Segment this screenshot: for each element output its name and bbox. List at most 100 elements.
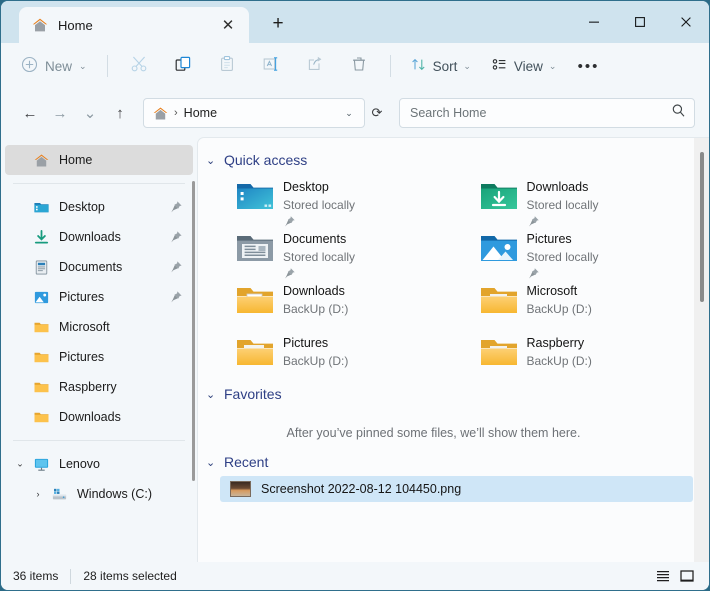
quick-access-item[interactable]: Microsoft BackUp (D:) (466, 278, 710, 330)
sidebar-item-lenovo[interactable]: ⌄ Lenovo (5, 449, 193, 479)
recent-title: Recent (224, 454, 269, 470)
refresh-button[interactable]: ⟳ (365, 105, 389, 121)
close-window-button[interactable] (663, 1, 709, 43)
pin-icon[interactable] (169, 200, 183, 214)
documents-folder-icon (236, 231, 274, 265)
yellow-folder-doc-icon (236, 283, 274, 317)
share-button[interactable] (294, 50, 336, 82)
quick-access-title: Quick access (224, 152, 308, 168)
sidebar-item-home[interactable]: Home (5, 145, 193, 175)
chevron-down-icon[interactable]: ⌄ (338, 108, 360, 119)
sidebar-item-microsoft[interactable]: Microsoft (5, 312, 193, 342)
yellow-folder-icon (33, 349, 50, 366)
sidebar-item-downloads[interactable]: Downloads (5, 402, 193, 432)
quick-access-item[interactable]: Downloads BackUp (D:) (222, 278, 466, 330)
view-button[interactable]: View ⌄ (482, 50, 566, 82)
yellow-folder-thumb-icon (480, 335, 518, 369)
content-scrollbar-thumb[interactable] (700, 152, 704, 302)
sidebar-item-pictures[interactable]: Pictures (5, 342, 193, 372)
details-view-icon[interactable] (651, 566, 675, 586)
sidebar-item-label: Windows (C:) (77, 487, 153, 501)
sidebar-item-windows-c-[interactable]: › Windows (C:) (5, 479, 193, 509)
maximize-button[interactable] (617, 1, 663, 43)
item-name: Desktop (283, 180, 329, 194)
item-location: Stored locally (526, 198, 599, 212)
quick-access-grid: Desktop Stored locally Downloads Stored loc… (198, 174, 709, 382)
trash-icon (350, 55, 368, 78)
recent-item[interactable]: Screenshot 2022-08-12 104450.png (220, 476, 693, 502)
sidebar-item-desktop[interactable]: Desktop (5, 192, 193, 222)
quick-access-item[interactable]: Downloads Stored locally (466, 174, 710, 227)
forward-button[interactable]: → (45, 98, 75, 128)
sort-arrows-icon (410, 56, 427, 76)
quick-access-item[interactable]: Pictures BackUp (D:) (222, 330, 466, 382)
content-pane: ⌄ Quick access Desktop Stored locally Down… (197, 137, 709, 562)
pictures-folder-icon (480, 231, 518, 265)
tab-label: Home (58, 17, 93, 33)
chevron-down-icon: ⌄ (79, 60, 87, 71)
sidebar-item-pictures[interactable]: Pictures (5, 282, 193, 312)
sidebar-item-label: Desktop (59, 200, 105, 214)
search-box[interactable]: Search Home (399, 98, 695, 128)
sidebar-item-documents[interactable]: Documents (5, 252, 193, 282)
title-bar: Home ✕ + (1, 1, 709, 43)
breadcrumb-current[interactable]: Home (184, 106, 338, 120)
copy-button[interactable] (162, 50, 204, 82)
up-button[interactable]: ↑ (105, 98, 135, 128)
content-scrollbar-track[interactable] (694, 138, 709, 562)
new-button[interactable]: New ⌄ (13, 50, 97, 82)
main-body: Home Desktop Downloads Documents Pictures Mic… (1, 137, 709, 562)
chevron-icon[interactable]: ⌄ (15, 459, 25, 470)
quick-access-item[interactable]: Documents Stored locally (222, 226, 466, 279)
content-scroll-area: ⌄ Quick access Desktop Stored locally Down… (198, 138, 709, 562)
home-icon (152, 105, 169, 122)
paste-button[interactable] (206, 50, 248, 82)
recent-locations-button[interactable]: ⌄ (75, 98, 105, 128)
breadcrumb[interactable]: › Home ⌄ (143, 98, 365, 128)
quick-access-item[interactable]: Pictures Stored locally (466, 226, 710, 279)
pin-icon[interactable] (169, 260, 183, 274)
sidebar-item-downloads[interactable]: Downloads (5, 222, 193, 252)
rename-button[interactable] (250, 50, 292, 82)
item-location: BackUp (D:) (526, 354, 592, 368)
chevron-down-icon[interactable]: ⌄ (206, 154, 217, 167)
close-tab-button[interactable]: ✕ (215, 12, 241, 38)
home-icon (33, 152, 50, 169)
delete-button[interactable] (338, 50, 380, 82)
favorites-header[interactable]: ⌄ Favorites (198, 382, 709, 406)
pin-icon[interactable] (169, 230, 183, 244)
chevron-down-icon: ⌄ (463, 60, 471, 71)
recent-header[interactable]: ⌄ Recent (198, 450, 709, 474)
copy-icon (174, 55, 192, 78)
recent-list: Screenshot 2022-08-12 104450.png (198, 476, 709, 502)
item-location: Stored locally (283, 198, 356, 212)
large-icons-view-icon[interactable] (675, 566, 699, 586)
chevron-icon[interactable]: › (33, 489, 43, 499)
documents-icon (33, 259, 50, 276)
chevron-down-icon: ⌄ (548, 60, 557, 71)
pin-icon[interactable] (169, 290, 183, 304)
yellow-folder-icon (33, 319, 50, 336)
search-input[interactable]: Search Home (410, 106, 671, 120)
quick-access-item[interactable]: Raspberry BackUp (D:) (466, 330, 710, 382)
sidebar-scrollbar[interactable] (192, 181, 195, 481)
chevron-down-icon[interactable]: ⌄ (206, 388, 217, 401)
cut-button[interactable] (118, 50, 160, 82)
more-options-button[interactable]: ••• (567, 50, 609, 82)
quick-access-header[interactable]: ⌄ Quick access (198, 148, 709, 172)
downloads-folder-icon (480, 179, 518, 213)
drive-icon (51, 486, 68, 503)
sort-label: Sort (432, 58, 458, 74)
favorites-title: Favorites (224, 386, 282, 402)
back-button[interactable]: ← (15, 98, 45, 128)
sort-button[interactable]: Sort ⌄ (401, 50, 480, 82)
downloads-arrow-icon (33, 229, 50, 246)
search-icon (671, 103, 686, 123)
sidebar-item-raspberry[interactable]: Raspberry (5, 372, 193, 402)
chevron-down-icon[interactable]: ⌄ (206, 456, 217, 469)
minimize-button[interactable] (571, 1, 617, 43)
view-list-icon (491, 56, 508, 76)
new-tab-button[interactable]: + (263, 9, 293, 39)
tab-home[interactable]: Home ✕ (19, 7, 249, 43)
quick-access-item[interactable]: Desktop Stored locally (222, 174, 466, 227)
